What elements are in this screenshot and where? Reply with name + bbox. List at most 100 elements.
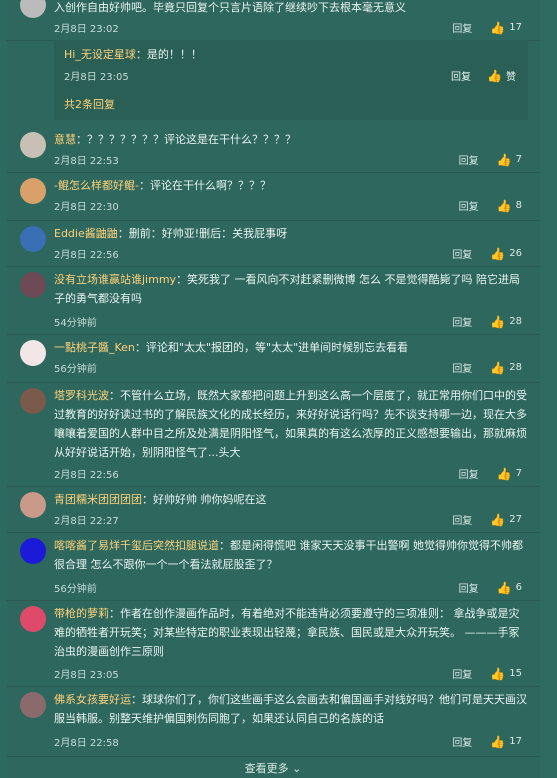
like-button[interactable]: 👍 15 (490, 667, 522, 681)
comment-author[interactable]: 塔罗科光波 (54, 389, 109, 402)
comment-item: 塔罗科光波：不管什么立场，既然大家都把问题上升到这么高一个层度了，就正常用你们口… (6, 382, 540, 487)
comment-item: 青团糯米团团团团：好帅好帅 帅你妈呢在这 2月8日 22:27 回复 👍 27 (6, 486, 540, 533)
reply-button[interactable]: 回复 (452, 360, 472, 375)
avatar[interactable] (20, 132, 46, 158)
thumbs-up-icon: 👍 (490, 246, 506, 261)
reply-button[interactable]: 回复 (452, 246, 472, 261)
thumbs-up-icon: 👍 (496, 198, 512, 213)
comment-item: 入创作自由好帅吧。毕竟只回复个只言片语除了继续吵下去根本毫无意义 2月8日 23… (6, 0, 540, 41)
comment-author[interactable]: 青团糯米团团团团 (54, 493, 142, 506)
thumbs-up-icon: 👍 (496, 580, 512, 595)
avatar[interactable] (20, 538, 46, 564)
comment-text: ：评论和"太太"报团的，等"太太"进单间时候别忘去看看 (134, 341, 409, 354)
like-button[interactable]: 👍 28 (490, 315, 522, 329)
comment-section: 入创作自由好帅吧。毕竟只回复个只言片语除了继续吵下去根本毫无意义 2月8日 23… (6, 0, 540, 778)
comment-text: 入创作自由好帅吧。毕竟只回复个只言片语除了继续吵下去根本毫无意义 (54, 1, 406, 14)
comment-time: 2月8日 22:30 (54, 202, 119, 213)
comment-author[interactable]: 带枪的萝莉 (54, 607, 109, 620)
comment-time: 56分钟前 (54, 364, 97, 375)
reply-button[interactable]: 回复 (459, 198, 479, 213)
like-button[interactable]: 👍 28 (490, 361, 522, 375)
comment-author[interactable]: 佛系女孩要好运 (54, 693, 131, 706)
like-button[interactable]: 👍 6 (497, 581, 522, 595)
like-button[interactable]: 👍 7 (497, 153, 522, 167)
reply-button[interactable]: 回复 (452, 20, 472, 35)
comment-time: 2月8日 22:53 (54, 156, 119, 167)
comment-text: ：不管什么立场，既然大家都把问题上升到这么高一个层度了，就正常用你们口中的受过教… (54, 389, 527, 459)
comment-time: 2月8日 22:58 (54, 738, 119, 749)
comment-time: 2月8日 23:02 (54, 24, 119, 35)
like-button[interactable]: 👍 17 (490, 735, 522, 749)
comment-item: 意慧：？？？？？？？评论这是在干什么？？？？ 2月8日 22:53 回复 👍 7 (6, 126, 540, 173)
avatar[interactable] (20, 340, 46, 366)
like-count: 7 (515, 468, 522, 479)
view-replies-link[interactable]: 共2条回复 (64, 96, 115, 112)
comment-time: 2月8日 22:56 (54, 470, 119, 481)
like-button[interactable]: 👍 8 (497, 199, 522, 213)
like-button[interactable]: 👍 赞 (487, 68, 516, 84)
comment-author[interactable]: 意慧 (54, 133, 76, 146)
thumbs-up-icon: 👍 (496, 152, 512, 167)
like-count: 26 (509, 248, 522, 259)
avatar[interactable] (20, 178, 46, 204)
reply-time: 2月8日 23:05 (64, 72, 129, 83)
chevron-down-icon: ⌄ (292, 762, 302, 775)
reply-button[interactable]: 回复 (459, 580, 479, 595)
avatar[interactable] (20, 0, 46, 18)
thumbs-up-icon: 👍 (490, 360, 506, 375)
comment-item: 佛系女孩要好运：球球你们了，你们这些画手这么会画去和偏国画手对线好吗？他们可是天… (6, 686, 540, 757)
reply-button[interactable]: 回复 (452, 666, 472, 681)
comment-item: 一點桃子醬_Ken：评论和"太太"报团的，等"太太"进单间时候别忘去看看 56分钟… (6, 334, 540, 383)
comment-text: ：删前：好帅亚!删后：关我屁事呀 (117, 227, 288, 240)
comment-author[interactable]: -鲲怎么样都好鲲- (54, 179, 139, 192)
like-count: 8 (515, 200, 522, 211)
comment-time: 2月8日 23:05 (54, 670, 119, 681)
like-button[interactable]: 👍 27 (490, 513, 522, 527)
comment-author[interactable]: 喀喀酱了易烊千玺后突然扣腿说道 (54, 539, 219, 552)
avatar[interactable] (20, 606, 46, 632)
comment-author[interactable]: 一點桃子醬_Ken (54, 341, 135, 354)
avatar[interactable] (20, 272, 46, 298)
like-count: 28 (509, 316, 522, 327)
like-count: 15 (509, 668, 522, 679)
comment-item: Eddie酱鼬鼬：删前：好帅亚!删后：关我屁事呀 2月8日 22:56 回复 👍 26 (6, 220, 540, 267)
reply-button[interactable]: 回复 (452, 512, 472, 527)
comment-item: 带枪的萝莉：作者在创作漫画作品时，有着绝对不能违背必须要遵守的三项准则： 拿战争… (6, 600, 540, 687)
comment-text: ：好帅好帅 帅你妈呢在这 (142, 493, 267, 506)
thumbs-up-icon: 👍 (490, 20, 506, 35)
like-count: 28 (509, 362, 522, 373)
like-count: 6 (515, 582, 522, 593)
thumbs-up-icon: 👍 (490, 314, 506, 329)
reply-author[interactable]: Hi_无设定星球 (64, 48, 136, 61)
avatar[interactable] (20, 226, 46, 252)
comment-text: ：评论在干什么啊？？？？ (138, 179, 271, 192)
avatar[interactable] (20, 388, 46, 414)
reply-button[interactable]: 回复 (459, 152, 479, 167)
reply-button[interactable]: 回复 (452, 314, 472, 329)
like-count: 7 (515, 154, 522, 165)
thumbs-up-icon: 👍 (487, 68, 502, 83)
like-button[interactable]: 👍 17 (490, 21, 522, 35)
reply-button[interactable]: 回复 (459, 466, 479, 481)
reply-text: ：是的！！！ (135, 48, 202, 61)
comment-author[interactable]: 没有立场谁赢站谁jimmy (54, 273, 176, 286)
view-more-button[interactable]: 查看更多 ⌄ (6, 760, 540, 776)
comment-time: 2月8日 22:56 (54, 250, 119, 261)
thumbs-up-icon: 👍 (490, 512, 506, 527)
comment-time: 2月8日 22:27 (54, 516, 119, 527)
reply-button[interactable]: 回复 (451, 68, 471, 83)
comment-text: ：？？？？？？？评论这是在干什么？？？？ (76, 133, 296, 146)
like-count: 27 (509, 514, 522, 525)
reply-button[interactable]: 回复 (452, 734, 472, 749)
comment-time: 54分钟前 (54, 318, 97, 329)
comment-author[interactable]: Eddie酱鼬鼬 (54, 227, 118, 240)
comment-time: 56分钟前 (54, 584, 97, 595)
comment-item: 喀喀酱了易烊千玺后突然扣腿说道：都是闲得慌吧 谁家天天没事干出警啊 她觉得帅你觉… (6, 532, 540, 601)
comment-text: ：作者在创作漫画作品时，有着绝对不能违背必须要遵守的三项准则： 拿战争或是灾难的… (54, 607, 520, 658)
avatar[interactable] (20, 492, 46, 518)
like-button[interactable]: 👍 7 (497, 467, 522, 481)
thumbs-up-icon: 👍 (496, 466, 512, 481)
like-button[interactable]: 👍 26 (490, 247, 522, 261)
thumbs-up-icon: 👍 (490, 734, 506, 749)
avatar[interactable] (20, 692, 46, 718)
